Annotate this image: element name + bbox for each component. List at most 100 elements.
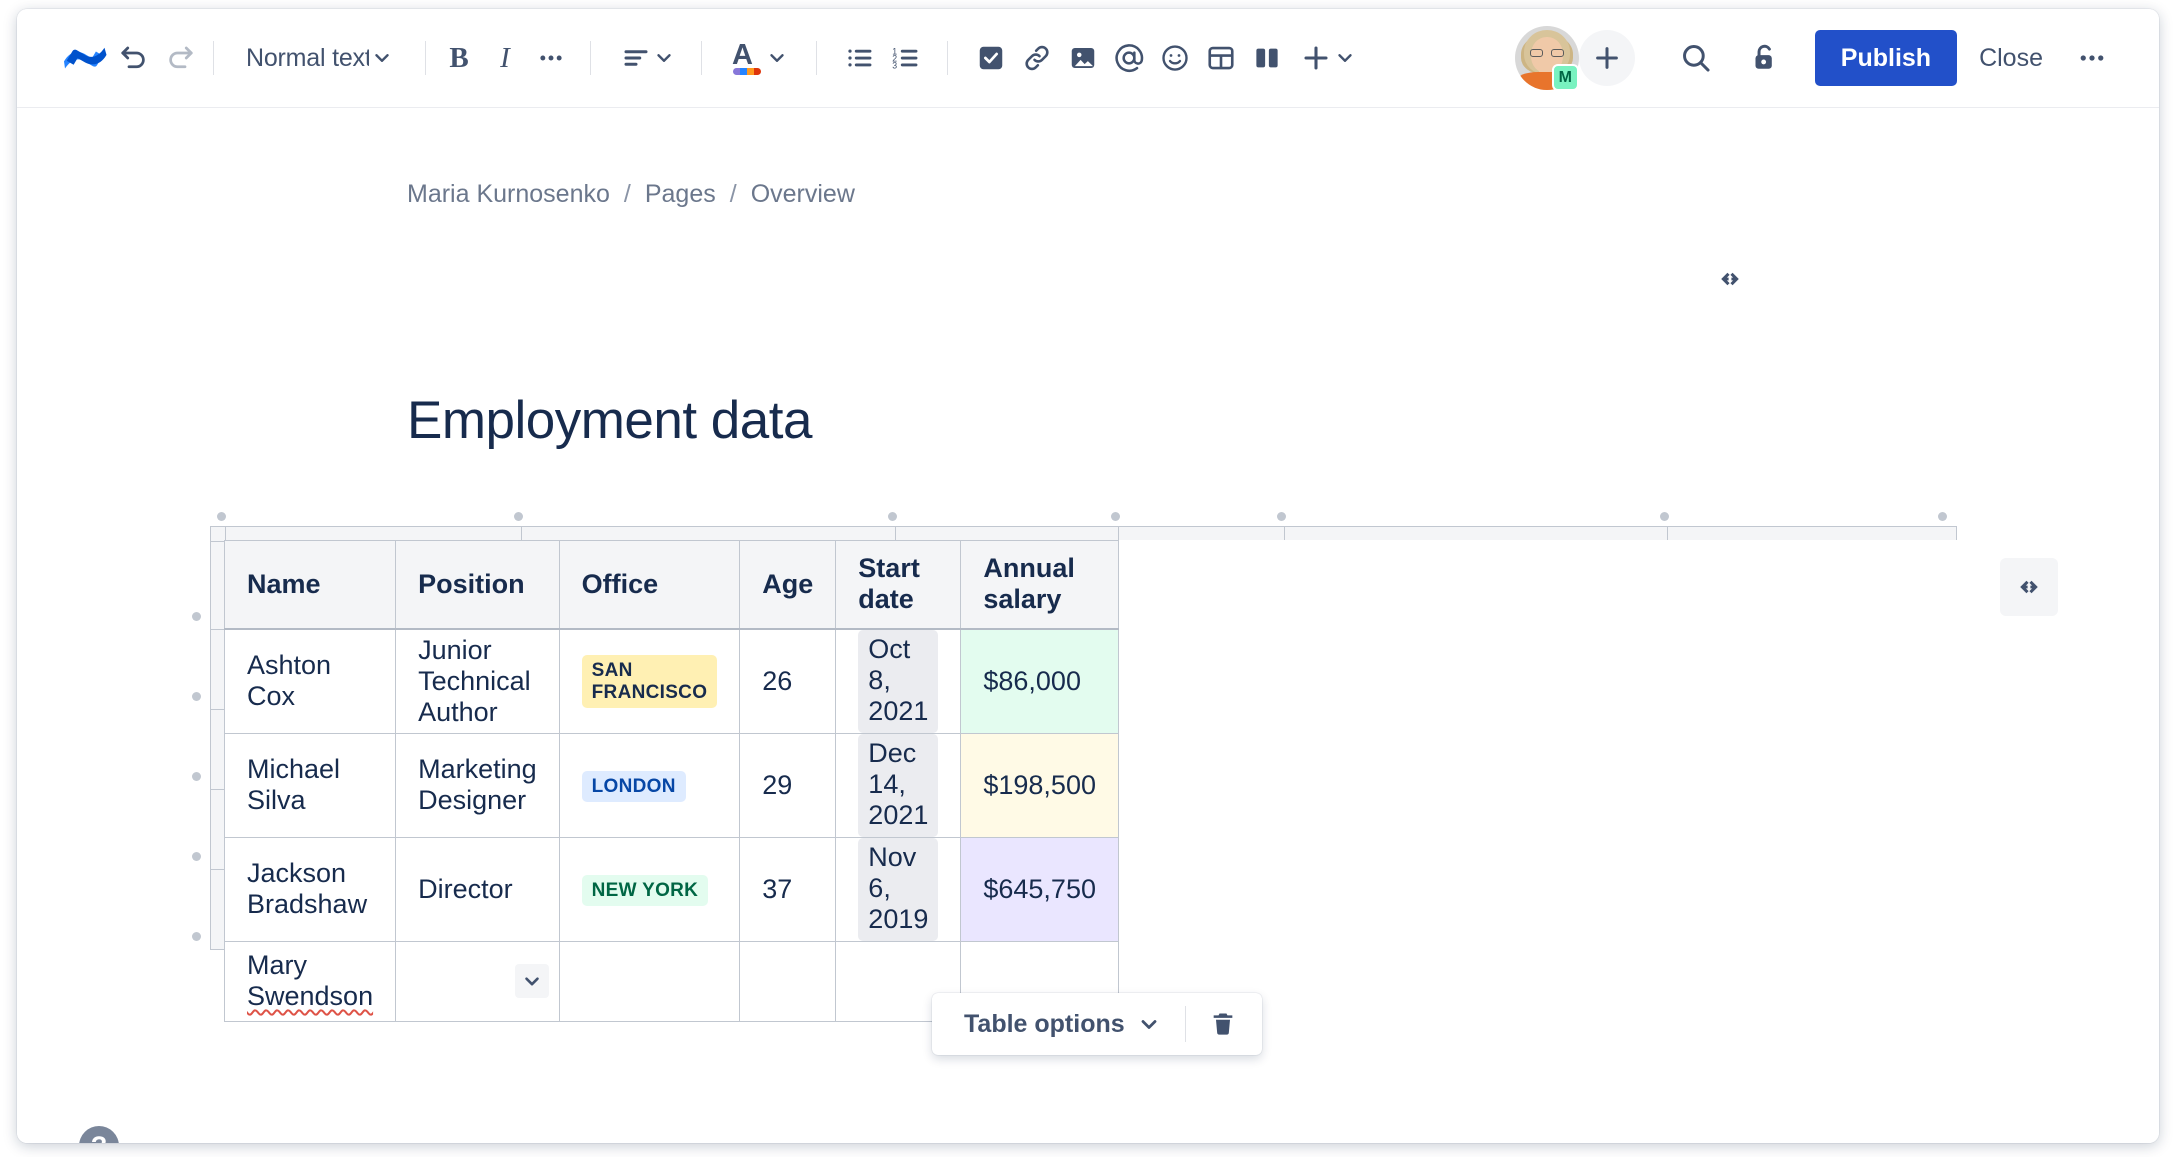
cell-name[interactable]: Ashton Cox bbox=[225, 629, 396, 734]
table-options-dropdown[interactable]: Table options bbox=[940, 1000, 1173, 1048]
avatar[interactable]: M bbox=[1515, 26, 1579, 90]
redo-icon[interactable] bbox=[157, 35, 203, 81]
row-insert-dot[interactable] bbox=[192, 932, 201, 941]
cell-position[interactable]: Marketing Designer bbox=[396, 733, 560, 837]
undo-icon[interactable] bbox=[111, 35, 157, 81]
cell-position[interactable] bbox=[396, 941, 560, 1021]
table-icon[interactable] bbox=[1198, 35, 1244, 81]
chevron-down-icon bbox=[371, 47, 393, 69]
cell-name[interactable]: Michael Silva bbox=[225, 733, 396, 837]
breadcrumb-separator: / bbox=[730, 180, 737, 209]
insert-group bbox=[968, 35, 1362, 81]
cell-office[interactable] bbox=[559, 941, 740, 1021]
cell-office[interactable]: LONDON bbox=[559, 733, 740, 837]
date-chip: Nov 6, 2019 bbox=[858, 838, 938, 941]
avatar-status-badge: M bbox=[1552, 64, 1579, 91]
date-chip: Dec 14, 2021 bbox=[858, 734, 938, 837]
column-header-position[interactable]: Position bbox=[396, 541, 560, 629]
column-header-start-date[interactable]: Start date bbox=[836, 541, 961, 629]
breadcrumb-separator: / bbox=[624, 180, 631, 209]
delete-table-trash-icon[interactable] bbox=[1198, 1000, 1248, 1048]
column-header-age[interactable]: Age bbox=[740, 541, 836, 629]
cell-age[interactable]: 26 bbox=[740, 629, 836, 734]
breadcrumb-item-space[interactable]: Maria Kurnosenko bbox=[407, 180, 610, 209]
image-icon[interactable] bbox=[1060, 35, 1106, 81]
bold-button[interactable]: B bbox=[436, 35, 482, 81]
emoji-icon[interactable] bbox=[1152, 35, 1198, 81]
layouts-icon[interactable] bbox=[1244, 35, 1290, 81]
row-insert-dot[interactable] bbox=[192, 772, 201, 781]
more-formatting-button[interactable] bbox=[528, 35, 574, 81]
employment-data-table[interactable]: Name Position Office Age Start date Annu… bbox=[224, 540, 1119, 1022]
cell-age[interactable]: 37 bbox=[740, 837, 836, 941]
chevron-down-icon bbox=[653, 47, 675, 69]
italic-button[interactable]: I bbox=[482, 35, 528, 81]
column-insert-dot[interactable] bbox=[1938, 512, 1947, 521]
column-insert-dot[interactable] bbox=[217, 512, 226, 521]
cell-office[interactable]: NEW YORK bbox=[559, 837, 740, 941]
italic-label: I bbox=[500, 42, 510, 75]
text-style-label: Normal text bbox=[246, 44, 369, 73]
row-grip-bar[interactable] bbox=[210, 526, 224, 950]
text-align-dropdown[interactable] bbox=[611, 35, 681, 81]
column-header-office[interactable]: Office bbox=[559, 541, 740, 629]
toolbar-divider bbox=[590, 41, 591, 75]
row-insert-dot[interactable] bbox=[192, 612, 201, 621]
row-insert-dot[interactable] bbox=[192, 692, 201, 701]
cell-start-date[interactable]: Nov 6, 2019 bbox=[836, 837, 961, 941]
column-insert-dot[interactable] bbox=[888, 512, 897, 521]
breadcrumb-item-pages[interactable]: Pages bbox=[645, 180, 716, 209]
cell-office[interactable]: SAN FRANCISCO bbox=[559, 629, 740, 734]
editor-window: Normal text B I bbox=[17, 9, 2159, 1143]
more-actions-button[interactable] bbox=[2065, 31, 2119, 85]
row-insert-dot[interactable] bbox=[192, 852, 201, 861]
column-insert-dot[interactable] bbox=[514, 512, 523, 521]
column-grip-bar[interactable] bbox=[210, 526, 1957, 540]
toolbar-divider bbox=[425, 41, 426, 75]
text-color-dropdown[interactable]: A bbox=[722, 35, 794, 81]
cell-age[interactable]: 29 bbox=[740, 733, 836, 837]
table-width-toggle-icon[interactable] bbox=[2000, 558, 2058, 616]
date-chip: Oct 8, 2021 bbox=[858, 630, 938, 733]
restrictions-unlock-icon[interactable] bbox=[1737, 31, 1791, 85]
cell-salary[interactable]: $198,500 bbox=[961, 733, 1119, 837]
cell-name[interactable]: Jackson Bradshaw bbox=[225, 837, 396, 941]
toolbar-divider bbox=[1185, 1006, 1186, 1042]
search-icon[interactable] bbox=[1669, 31, 1723, 85]
svg-text:3: 3 bbox=[892, 60, 897, 70]
close-button[interactable]: Close bbox=[1957, 30, 2065, 86]
column-insert-dot[interactable] bbox=[1277, 512, 1286, 521]
help-button[interactable]: ? bbox=[79, 1126, 119, 1143]
toolbar-divider bbox=[947, 41, 948, 75]
text-style-dropdown[interactable]: Normal text bbox=[236, 35, 399, 81]
misspelled-word: Swendson bbox=[247, 981, 373, 1011]
cell-options-chevron-down-icon[interactable] bbox=[515, 964, 549, 998]
cell-salary[interactable]: $645,750 bbox=[961, 837, 1119, 941]
cell-name[interactable]: Mary Swendson bbox=[225, 941, 396, 1021]
table-row: Michael Silva Marketing Designer LONDON … bbox=[225, 733, 1119, 837]
cell-position[interactable]: Director bbox=[396, 837, 560, 941]
link-icon[interactable] bbox=[1014, 35, 1060, 81]
column-header-annual-salary[interactable]: Annual salary bbox=[961, 541, 1119, 629]
cell-position[interactable]: Junior Technical Author bbox=[396, 629, 560, 734]
cell-start-date[interactable]: Oct 8, 2021 bbox=[836, 629, 961, 734]
confluence-logo-icon[interactable] bbox=[59, 32, 111, 84]
page-width-toggle-icon[interactable] bbox=[1707, 256, 1753, 302]
column-header-name[interactable]: Name bbox=[225, 541, 396, 629]
toolbar-divider bbox=[816, 41, 817, 75]
mention-icon[interactable] bbox=[1106, 35, 1152, 81]
inline-format-group: B I bbox=[436, 35, 574, 81]
cell-age[interactable] bbox=[740, 941, 836, 1021]
add-person-button[interactable] bbox=[1579, 30, 1635, 86]
page-title[interactable]: Employment data bbox=[407, 390, 812, 451]
column-insert-dot[interactable] bbox=[1660, 512, 1669, 521]
action-item-icon[interactable] bbox=[968, 35, 1014, 81]
column-insert-dot[interactable] bbox=[1111, 512, 1120, 521]
insert-more-dropdown[interactable] bbox=[1290, 35, 1362, 81]
cell-start-date[interactable]: Dec 14, 2021 bbox=[836, 733, 961, 837]
publish-button[interactable]: Publish bbox=[1815, 30, 1957, 86]
cell-salary[interactable]: $86,000 bbox=[961, 629, 1119, 734]
breadcrumb-item-overview[interactable]: Overview bbox=[751, 180, 855, 209]
numbered-list-button[interactable]: 123 bbox=[883, 35, 929, 81]
bullet-list-button[interactable] bbox=[837, 35, 883, 81]
